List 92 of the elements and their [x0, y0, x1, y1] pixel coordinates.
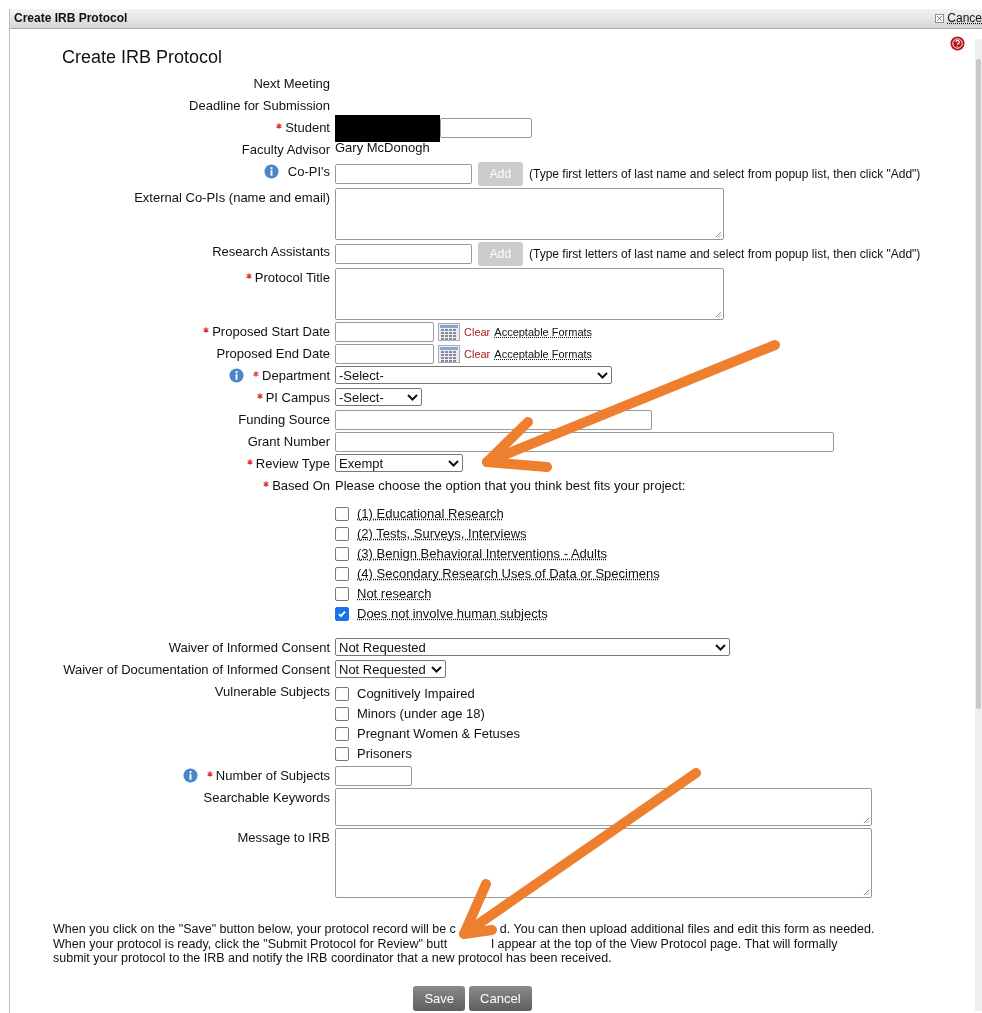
close-icon — [935, 14, 945, 23]
option-label: Does not involve human subjects — [357, 606, 548, 621]
option-label: (3) Benign Behavioral Interventions - Adults — [357, 546, 608, 561]
option-label: (1) Educational Research — [357, 506, 504, 521]
dropdown[interactable]: Not Requested — [335, 660, 446, 678]
option-label: Cognitively Impaired — [357, 686, 475, 701]
hint-text: (Type first letters of last name and select from popup list, then click "Add") — [529, 246, 921, 262]
field-label: Next Meeting — [253, 76, 330, 91]
dropdown[interactable]: Exempt — [335, 454, 463, 472]
option-label: Pregnant Women & Fetuses — [357, 726, 521, 741]
field-label: Based On — [272, 478, 330, 493]
instruction-text: submit your protocol to the IRB and notify the IRB coordinator that a new protocol has been received. — [53, 951, 612, 966]
chevron-down-icon — [407, 393, 418, 401]
option-label: (4) Secondary Research Uses of Data or Specimens — [357, 566, 660, 581]
scrollbar-thumb[interactable] — [976, 59, 981, 709]
field-label: Protocol Title — [254, 270, 330, 285]
field-label: Waiver of Documentation of Informed Consent — [63, 662, 330, 677]
text-area[interactable] — [335, 188, 724, 240]
checkbox[interactable] — [335, 526, 349, 541]
chevron-down-icon — [715, 643, 726, 651]
dropdown[interactable]: -Select- — [335, 388, 422, 406]
field-label: Funding Source — [238, 412, 330, 427]
option-label: Prisoners — [357, 746, 412, 761]
chevron-down-icon — [448, 459, 459, 467]
instruction-text: d. You can then upload additional files and edit this form as needed. — [499, 922, 875, 937]
calendar-icon — [438, 345, 460, 363]
field-label: Department — [262, 368, 330, 383]
field-label: Vulnerable Subjects — [214, 684, 330, 699]
resize-grip-icon — [863, 817, 870, 824]
checkbox[interactable] — [335, 686, 349, 701]
field-label: Proposed End Date — [216, 346, 330, 361]
window-title: Create IRB Protocol — [14, 11, 128, 26]
help-icon[interactable] — [950, 36, 965, 51]
field-label: PI Campus — [265, 390, 330, 405]
save-button[interactable]: Save — [413, 985, 466, 1011]
input-field[interactable] — [335, 432, 834, 452]
dropdown[interactable]: -Select- — [335, 366, 612, 384]
resize-grip-icon — [715, 311, 722, 318]
text-area[interactable] — [335, 268, 724, 320]
field-label: Waiver of Informed Consent — [168, 640, 330, 655]
field-label: Student — [285, 120, 330, 135]
clear-link[interactable]: Clear — [464, 346, 491, 362]
input-field[interactable] — [335, 344, 434, 364]
input-field[interactable] — [335, 244, 472, 264]
field-label: Message to IRB — [237, 830, 330, 845]
page-heading: Create IRB Protocol — [62, 46, 224, 68]
checkbox[interactable] — [335, 546, 349, 561]
input-field[interactable] — [335, 766, 412, 786]
instruction-text: Please choose the option that you think best fits your project: — [335, 478, 686, 493]
input-field[interactable] — [335, 322, 434, 342]
instruction-text: l appear at the top of the View Protocol page. That will formally — [491, 936, 838, 951]
field-label: Number of Subjects — [215, 768, 330, 783]
field-label: Proposed Start Date — [212, 324, 330, 339]
field-label: Review Type — [255, 456, 330, 471]
field-label: Research Assistants — [212, 244, 330, 259]
field-label: Co-PI's — [287, 164, 330, 179]
input-field[interactable] — [440, 118, 532, 138]
field-label: Grant Number — [247, 434, 330, 449]
scrollbar[interactable] — [975, 39, 982, 1011]
checkbox[interactable] — [335, 506, 349, 521]
text-area[interactable] — [335, 788, 872, 826]
checkbox[interactable] — [335, 706, 349, 721]
field-label: Deadline for Submission — [189, 98, 330, 113]
instruction-text: When your protocol is ready, click the "Submit Protocol for Review" butt — [53, 936, 448, 951]
checkbox[interactable] — [335, 726, 349, 741]
checkbox[interactable] — [335, 586, 349, 601]
resize-grip-icon — [863, 889, 870, 896]
formats-link[interactable]: Acceptable Formats — [494, 346, 593, 362]
field-label: External Co-PIs (name and email) — [134, 190, 330, 205]
option-label: (2) Tests, Surveys, Interviews — [357, 526, 527, 541]
checkmark-icon — [337, 608, 347, 619]
text-area[interactable] — [335, 828, 872, 898]
input-field[interactable] — [335, 164, 472, 184]
hint-text: (Type first letters of last name and select from popup list, then click "Add") — [529, 166, 921, 182]
checkbox[interactable] — [335, 746, 349, 761]
dropdown[interactable]: Not Requested — [335, 638, 730, 656]
option-label: Not research — [357, 586, 432, 601]
formats-link[interactable]: Acceptable Formats — [494, 324, 593, 340]
clear-link[interactable]: Clear — [464, 324, 491, 340]
option-label: Minors (under age 18) — [357, 706, 485, 721]
chevron-down-icon — [431, 665, 442, 673]
field-value: Gary McDonogh — [335, 140, 430, 155]
field-label: Searchable Keywords — [203, 790, 330, 805]
field-label: Faculty Advisor — [241, 142, 330, 157]
chevron-down-icon — [597, 371, 608, 379]
instruction-text: When you click on the "Save" button below, your protocol record will be c — [53, 922, 456, 937]
checkbox[interactable] — [335, 606, 349, 621]
resize-grip-icon — [715, 231, 722, 238]
checkbox[interactable] — [335, 566, 349, 581]
calendar-icon — [438, 323, 460, 341]
close-link[interactable]: Cance — [935, 11, 982, 26]
cancel-button[interactable]: Cancel — [469, 985, 532, 1011]
